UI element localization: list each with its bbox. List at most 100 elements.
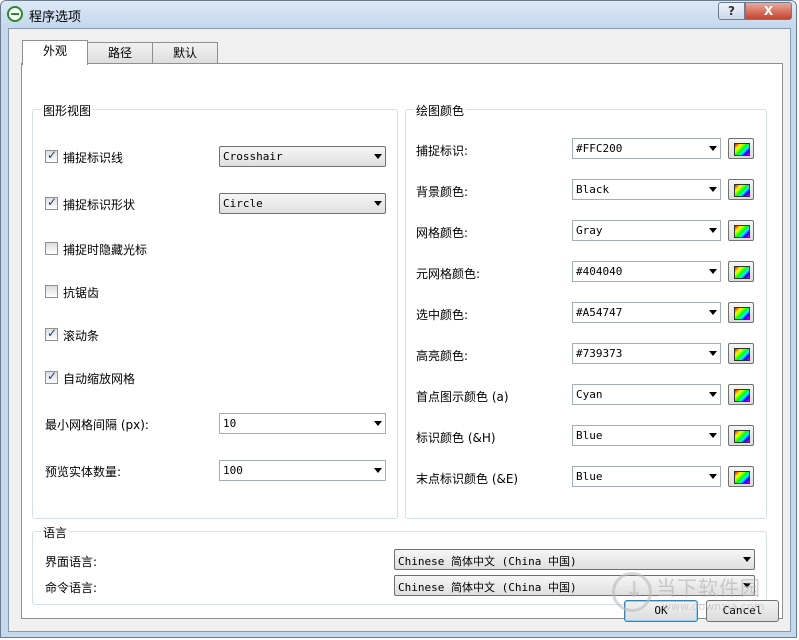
language-title: 语言	[41, 524, 70, 541]
color-label-marker: 标识颜色 (&H)	[416, 431, 496, 445]
preview-count-label: 预览实体数量:	[45, 465, 122, 479]
options-dialog: 程序选项 ? X 外观 路径 默认 图形视图 捕捉标识线 Crosshair 捕…	[0, 0, 797, 638]
preview-count-select[interactable]: 100	[219, 460, 386, 481]
tab-appearance[interactable]: 外观	[22, 40, 88, 65]
watermark-url: www.downxia.com	[662, 600, 765, 613]
color-picker-button-snap[interactable]	[728, 138, 754, 159]
scrollbars-label: 滚动条	[63, 329, 100, 343]
snap-line-value: Crosshair	[223, 150, 283, 163]
help-button[interactable]: ?	[718, 2, 745, 20]
color-picker-button-marker[interactable]	[728, 425, 754, 446]
chevron-down-icon	[374, 201, 382, 206]
chevron-down-icon	[709, 146, 717, 151]
color-picker-button-highlight[interactable]	[728, 343, 754, 364]
color-select-grid[interactable]: Gray	[572, 220, 721, 241]
dialog-client: 外观 路径 默认 图形视图 捕捉标识线 Crosshair 捕捉标识形状 Cir…	[8, 28, 791, 632]
snap-line-checkbox[interactable]	[45, 148, 58, 163]
appearance-panel: 图形视图 捕捉标识线 Crosshair 捕捉标识形状 Circle 捕捉时隐藏…	[21, 63, 783, 619]
chevron-down-icon	[709, 351, 717, 356]
color-select-end-point[interactable]: Blue	[572, 466, 721, 487]
snap-line-select[interactable]: Crosshair	[219, 146, 386, 167]
color-picker-button-grid[interactable]	[728, 220, 754, 241]
color-palette-icon	[734, 143, 750, 156]
antialias-checkbox[interactable]	[45, 285, 58, 298]
snap-line-label: 捕捉标识线	[63, 151, 124, 165]
color-value-snap: #FFC200	[576, 142, 623, 155]
snap-shape-checkbox[interactable]	[45, 195, 58, 210]
color-label-grid: 网格颜色:	[416, 226, 469, 240]
chevron-down-icon	[709, 310, 717, 315]
color-value-end-point: Blue	[576, 470, 603, 483]
ui-language-value: Chinese 简体中文 (China 中国)	[398, 555, 577, 568]
hide-cursor-label: 捕捉时隐藏光标	[63, 243, 148, 257]
command-language-label: 命令语言:	[45, 581, 98, 595]
color-value-highlight: #739373	[576, 347, 623, 360]
color-value-marker: Blue	[576, 429, 603, 442]
color-palette-icon	[734, 389, 750, 402]
tab-defaults[interactable]: 默认	[152, 42, 218, 64]
chevron-down-icon	[709, 269, 717, 274]
chevron-down-icon	[374, 154, 382, 159]
color-picker-button-selected[interactable]	[728, 302, 754, 323]
min-grid-label: 最小网格间隔 (px):	[45, 418, 149, 432]
min-grid-value: 10	[223, 417, 237, 430]
chevron-down-icon	[374, 421, 382, 426]
color-palette-icon	[734, 471, 750, 484]
color-label-end-point: 末点标识颜色 (&E)	[416, 472, 519, 486]
color-value-start-point: Cyan	[576, 388, 603, 401]
antialias-label: 抗锯齿	[63, 286, 100, 300]
color-picker-button-background[interactable]	[728, 179, 754, 200]
app-icon	[7, 6, 23, 22]
ui-language-label: 界面语言:	[45, 555, 98, 569]
command-language-value: Chinese 简体中文 (China 中国)	[398, 581, 577, 594]
chevron-down-icon	[709, 187, 717, 192]
color-label-start-point: 首点图示颜色 (a)	[416, 390, 509, 404]
snap-shape-label: 捕捉标识形状	[63, 198, 136, 212]
preview-count-value: 100	[223, 464, 243, 477]
color-label-meta-grid: 元网格颜色:	[416, 267, 481, 281]
color-select-start-point[interactable]: Cyan	[572, 384, 721, 405]
color-value-background: Black	[576, 183, 610, 196]
color-select-meta-grid[interactable]: #404040	[572, 261, 721, 282]
color-palette-icon	[734, 184, 750, 197]
color-select-marker[interactable]: Blue	[572, 425, 721, 446]
chevron-down-icon	[374, 468, 382, 473]
color-select-background[interactable]: Black	[572, 179, 721, 200]
chevron-down-icon	[709, 433, 717, 438]
color-label-highlight: 高亮颜色:	[416, 349, 469, 363]
color-palette-icon	[734, 348, 750, 361]
color-label-background: 背景颜色:	[416, 185, 469, 199]
graphics-view-title: 图形视图	[41, 102, 94, 119]
watermark-logo-icon	[612, 572, 652, 612]
snap-shape-select[interactable]: Circle	[219, 193, 386, 214]
snap-shape-value: Circle	[223, 197, 263, 210]
hide-cursor-checkbox[interactable]	[45, 242, 58, 255]
color-value-grid: Gray	[576, 224, 603, 237]
chevron-down-icon	[709, 228, 717, 233]
color-palette-icon	[734, 430, 750, 443]
window-title: 程序选项	[29, 10, 82, 25]
close-button[interactable]: X	[745, 2, 792, 20]
chevron-down-icon	[743, 557, 751, 562]
watermark: 当下软件园 www.downxia.com	[612, 568, 792, 628]
drawing-colors-title: 绘图颜色	[414, 102, 467, 119]
color-select-highlight[interactable]: #739373	[572, 343, 721, 364]
color-select-snap[interactable]: #FFC200	[572, 138, 721, 159]
color-palette-icon	[734, 266, 750, 279]
ui-language-select[interactable]: Chinese 简体中文 (China 中国)	[394, 549, 755, 570]
title-bar: 程序选项 ? X	[1, 1, 796, 27]
color-picker-button-meta-grid[interactable]	[728, 261, 754, 282]
color-picker-button-end-point[interactable]	[728, 466, 754, 487]
color-picker-button-start-point[interactable]	[728, 384, 754, 405]
color-palette-icon	[734, 307, 750, 320]
chevron-down-icon	[709, 392, 717, 397]
min-grid-spacing-select[interactable]: 10	[219, 413, 386, 434]
auto-grid-checkbox[interactable]	[45, 369, 58, 384]
color-value-meta-grid: #404040	[576, 265, 623, 278]
scrollbars-checkbox[interactable]	[45, 326, 58, 341]
watermark-text: 当下软件园	[656, 576, 761, 600]
graphics-view-group: 图形视图	[32, 102, 398, 519]
color-select-selected[interactable]: #A54747	[572, 302, 721, 323]
color-value-selected: #A54747	[576, 306, 623, 319]
tab-paths[interactable]: 路径	[87, 42, 153, 64]
